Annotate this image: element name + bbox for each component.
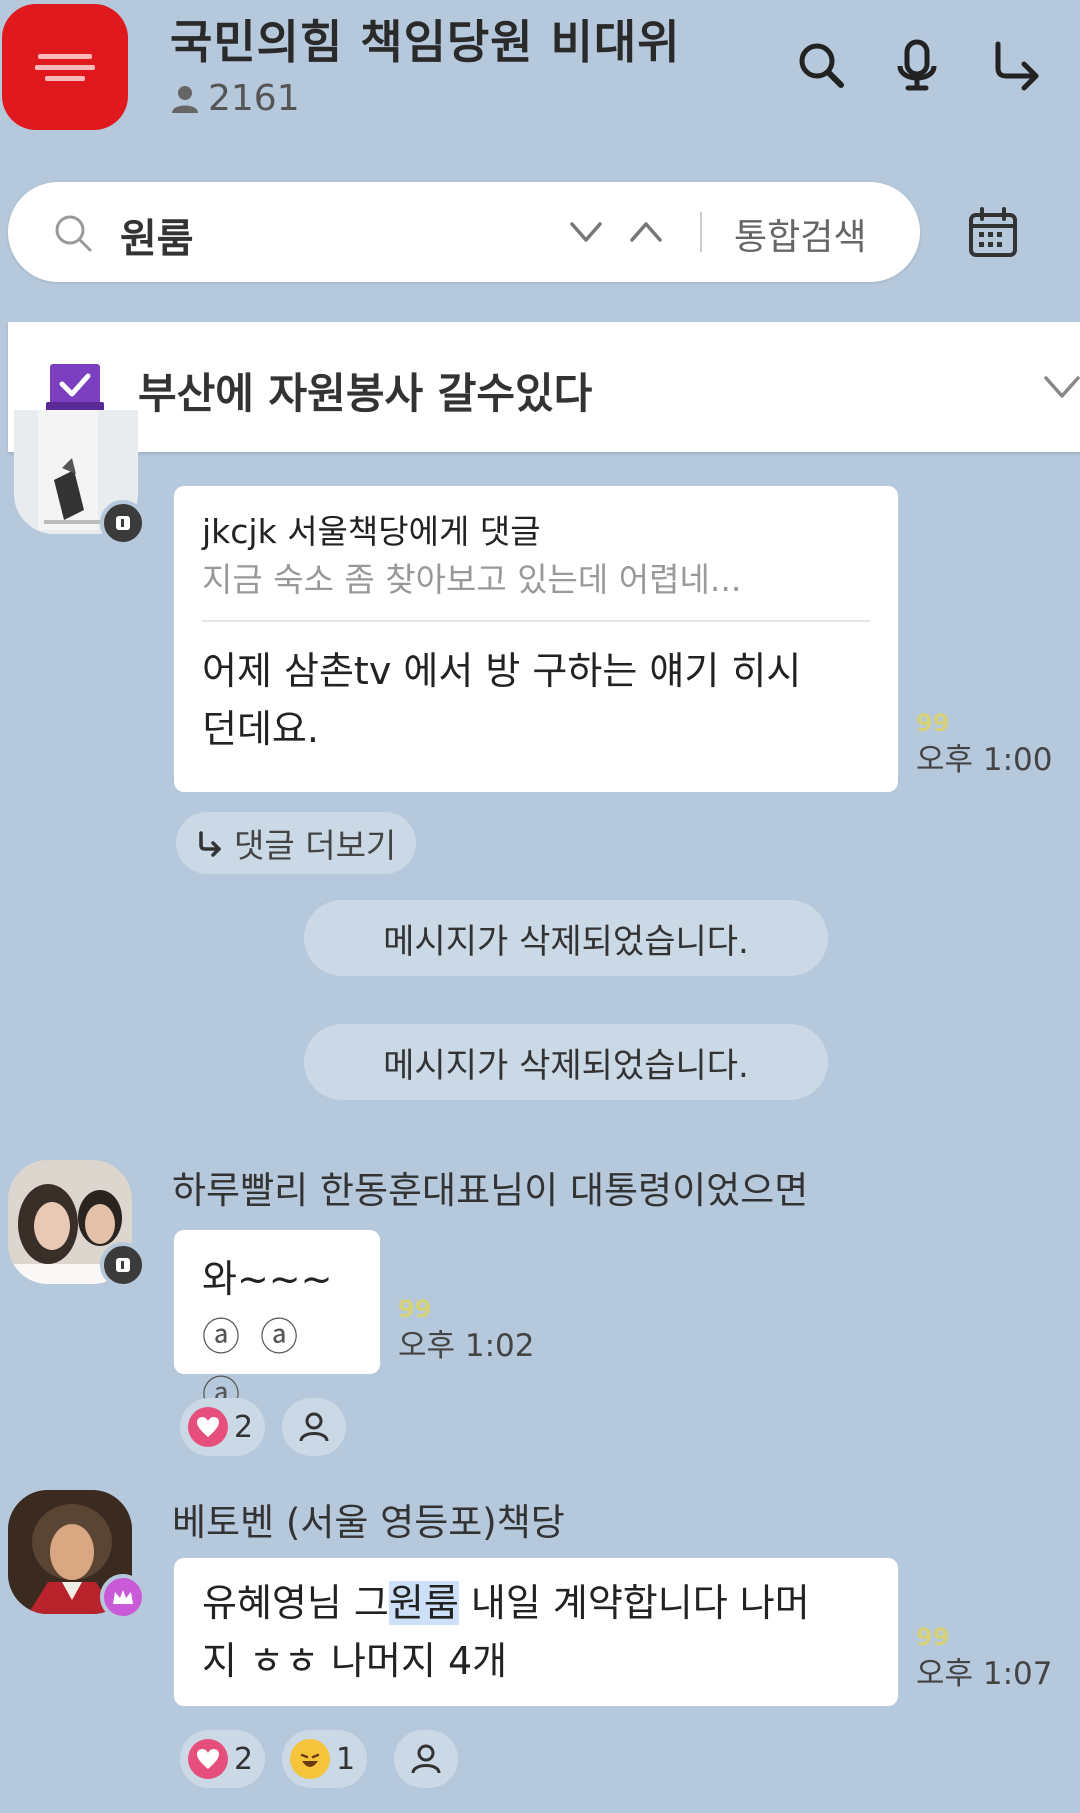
message-text-line: 와~~~ <box>202 1257 333 1301</box>
message-time: 오후 1:02 <box>398 1328 535 1364</box>
add-reaction-button[interactable] <box>394 1730 458 1788</box>
room-logo[interactable] <box>2 4 128 130</box>
search-icon <box>55 215 92 252</box>
heart-reaction[interactable]: 2 <box>180 1398 266 1456</box>
role-badge <box>100 1574 146 1620</box>
share-icon[interactable] <box>990 38 1044 92</box>
reply-quote[interactable]: 지금 숙소 좀 찾아보고 있는데 어렵네... <box>202 556 870 604</box>
person-icon <box>299 1412 329 1442</box>
chevron-down-icon[interactable] <box>566 216 606 248</box>
sender-name[interactable]: 베토벤 (서울 영등포)책당 <box>172 1492 565 1546</box>
integrated-search-button[interactable]: 통합검색 <box>734 208 866 260</box>
message-text-line: 어제 삼촌tv 에서 방 구하는 얘기 히시 <box>202 649 802 693</box>
laugh-reaction[interactable]: 1 <box>282 1730 368 1788</box>
message-bubble[interactable]: 와~~~ ⓐ ⓐ ⓐ <box>174 1230 380 1417</box>
deleted-message-notice: 메시지가 삭제되었습니다. <box>304 900 828 976</box>
message-text: 유혜영님 그 <box>202 1581 389 1625</box>
reply-message-bubble[interactable]: jkcjk 서울책당에게 댓글 지금 숙소 좀 찾아보고 있는데 어렵네... … <box>174 486 898 792</box>
role-badge <box>100 1242 146 1288</box>
crown-icon <box>113 1590 133 1604</box>
reaction-count: 2 <box>234 1409 254 1445</box>
chat-header: 국민의힘 책임당원 비대위 2161 <box>0 0 1080 140</box>
badge-icon <box>116 516 130 530</box>
notice-banner[interactable]: 부산에 자원봉사 갈수있다 <box>8 322 1080 452</box>
person-icon <box>172 85 198 113</box>
sender-name[interactable]: 하루빨리 한동훈대표님이 대통령이었으면 <box>172 1160 808 1214</box>
more-replies-button[interactable]: 댓글 더보기 <box>176 812 417 874</box>
person-icon <box>411 1744 441 1774</box>
notice-text: 부산에 자원봉사 갈수있다 <box>138 369 593 418</box>
badge-icon <box>116 1258 130 1272</box>
search-bar[interactable]: 원룸 통합검색 <box>8 182 920 282</box>
message-time: 오후 1:07 <box>916 1656 1053 1692</box>
quote-icon[interactable]: 99 <box>398 1297 535 1321</box>
add-reaction-button[interactable] <box>282 1398 346 1456</box>
reply-target[interactable]: jkcjk 서울책당에게 댓글 <box>202 508 870 556</box>
chevron-down-icon[interactable] <box>1042 372 1080 402</box>
message-text-line: 지 ㅎㅎ 나머지 4개 <box>202 1639 508 1683</box>
role-badge <box>100 500 146 546</box>
reaction-count: 1 <box>336 1741 356 1777</box>
quote-icon[interactable]: 99 <box>916 1625 1053 1649</box>
search-icon[interactable] <box>794 38 848 92</box>
message-text: 내일 계약합니다 나머 <box>458 1581 810 1625</box>
heart-icon <box>188 1407 228 1447</box>
message-text-line: 던데요. <box>202 707 319 751</box>
message-meta: 99 오후 1:02 <box>398 1297 535 1365</box>
laugh-icon <box>290 1739 330 1779</box>
search-highlight: 원룸 <box>388 1581 459 1625</box>
room-title: 국민의힘 책임당원 비대위 <box>170 15 681 69</box>
message-text-line: 유혜영님 그원룸 내일 계약합니다 나머 <box>202 1574 870 1632</box>
divider <box>202 620 870 622</box>
message-meta: 99 오후 1:07 <box>916 1625 1053 1693</box>
chevron-up-icon[interactable] <box>626 216 666 248</box>
search-input[interactable]: 원룸 <box>120 206 194 264</box>
reaction-count: 2 <box>234 1741 254 1777</box>
quote-icon[interactable]: 99 <box>916 711 1053 735</box>
vote-check-icon <box>46 364 104 416</box>
message-bubble[interactable]: 유혜영님 그원룸 내일 계약합니다 나머 지 ㅎㅎ 나머지 4개 <box>174 1558 898 1706</box>
member-count: 2161 <box>170 78 300 119</box>
heart-icon <box>188 1739 228 1779</box>
message-meta: 99 오후 1:00 <box>916 711 1053 779</box>
divider <box>700 212 702 252</box>
deleted-message-notice: 메시지가 삭제되었습니다. <box>304 1024 828 1100</box>
message-time: 오후 1:00 <box>916 742 1053 778</box>
more-replies-label: 댓글 더보기 <box>234 826 397 865</box>
microphone-icon[interactable] <box>890 38 944 92</box>
member-count-value: 2161 <box>208 78 300 119</box>
calendar-icon[interactable] <box>966 206 1020 260</box>
heart-reaction[interactable]: 2 <box>180 1730 266 1788</box>
reply-arrow-icon <box>199 831 221 857</box>
